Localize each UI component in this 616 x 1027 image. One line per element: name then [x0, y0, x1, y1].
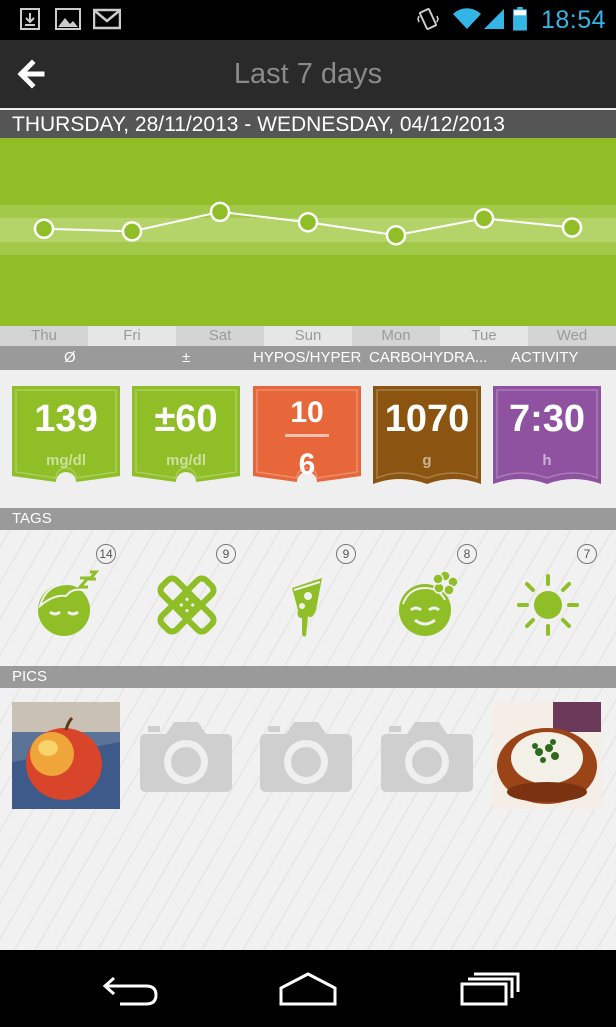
glucose-spread-unit: mg/dl [166, 452, 206, 469]
data-point[interactable] [33, 218, 55, 240]
glucose-chart[interactable] [0, 138, 616, 326]
spread-header: ± [182, 349, 191, 366]
glucose-average-unit: mg/dl [46, 452, 86, 469]
day-label: Sat [176, 326, 264, 346]
carbohydrates-tile[interactable]: 1070 g [373, 386, 481, 490]
glucose-spread-tile[interactable]: ±60 mg/dl [132, 386, 240, 490]
camera-icon [260, 722, 352, 792]
day-label: Sun [264, 326, 352, 346]
data-point[interactable] [209, 201, 231, 223]
photo-placeholder[interactable] [252, 702, 360, 809]
tag-sunny[interactable]: 7 [493, 542, 603, 652]
wifi-icon [453, 8, 481, 30]
carbs-header: CARBOHYDRA... [369, 349, 488, 366]
battery-icon [513, 7, 527, 31]
clock: 18:54 [540, 6, 606, 34]
vibrate-icon [417, 8, 439, 30]
data-point[interactable] [561, 217, 583, 238]
home-nav-icon[interactable] [273, 968, 343, 1008]
camera-icon [381, 722, 473, 792]
page-title: Last 7 days [233, 58, 383, 90]
chart-svg [0, 201, 616, 255]
tags-area: 14 9 9 8 7 [0, 530, 616, 666]
metric-header: Ø ± HYPOS/HYPER CARBOHYDRA... ACTIVITY [0, 346, 616, 370]
recent-apps-icon[interactable] [452, 968, 522, 1008]
day-label: Wed [528, 326, 616, 346]
gmail-icon [93, 8, 121, 30]
tag-count-badge: 9 [216, 544, 236, 564]
day-labels: Thu Fri Sat Sun Mon Tue Wed [0, 326, 616, 346]
status-bar: 18:54 [0, 0, 616, 40]
activity-unit: h [542, 452, 552, 469]
tag-injury[interactable]: 9 [132, 542, 242, 652]
bandage-icon [157, 575, 217, 635]
back-nav-icon[interactable] [96, 968, 166, 1008]
happy-face-flower-icon [399, 570, 459, 636]
tag-count-badge: 9 [336, 544, 356, 564]
day-label: Tue [440, 326, 528, 346]
tag-count-badge: 8 [457, 544, 477, 564]
image-icon [55, 8, 81, 30]
photo-placeholder[interactable] [132, 702, 240, 809]
download-icon [20, 8, 40, 30]
data-point[interactable] [473, 208, 495, 229]
camera-icon [140, 722, 232, 792]
tag-sleep[interactable]: 14 [12, 542, 122, 652]
date-range: THURSDAY, 28/11/2013 - WEDNESDAY, 04/12/… [0, 110, 616, 138]
photo-placeholder[interactable] [373, 702, 481, 809]
activity-value: 7:30 [508, 398, 586, 440]
navigation-bar [0, 950, 616, 1027]
glucose-spread-value: ±60 [154, 398, 218, 440]
sun-icon [517, 574, 579, 636]
data-point[interactable] [385, 224, 407, 246]
data-point[interactable] [121, 221, 143, 242]
glucose-average-tile[interactable]: 139 mg/dl [12, 386, 120, 490]
tags-section-header: TAGS [0, 508, 616, 530]
data-point[interactable] [297, 212, 319, 233]
signal-icon [484, 9, 504, 29]
baked-potato-photo [493, 702, 601, 809]
day-label: Mon [352, 326, 440, 346]
tag-count-badge: 7 [577, 544, 597, 564]
apple-photo [12, 702, 120, 809]
pics-area [0, 688, 616, 950]
pizza-slice-icon [292, 578, 322, 637]
carbohydrates-unit: g [422, 452, 432, 469]
hypos-hyper-tile[interactable]: 10 6 [253, 386, 361, 490]
tag-happy[interactable]: 8 [373, 542, 483, 652]
hypos-count: 10 [290, 396, 324, 429]
hypos-header: HYPOS/HYPER [253, 349, 362, 366]
action-bar: Last 7 days [0, 40, 616, 108]
glucose-average-value: 139 [34, 398, 98, 440]
day-label: Thu [0, 326, 88, 346]
photo-baked-potato[interactable] [493, 702, 601, 809]
activity-header: ACTIVITY [511, 349, 579, 366]
hyper-count: 6 [298, 448, 316, 481]
carbohydrates-value: 1070 [384, 398, 470, 440]
pics-section-header: PICS [0, 666, 616, 688]
tag-count-badge: 14 [96, 544, 116, 564]
sleep-face-icon [38, 570, 100, 636]
tag-junk-food[interactable]: 9 [252, 542, 362, 652]
day-label: Fri [88, 326, 176, 346]
photo-apple[interactable] [12, 702, 120, 809]
activity-tile[interactable]: 7:30 h [493, 386, 601, 490]
avg-header: Ø [64, 349, 76, 366]
